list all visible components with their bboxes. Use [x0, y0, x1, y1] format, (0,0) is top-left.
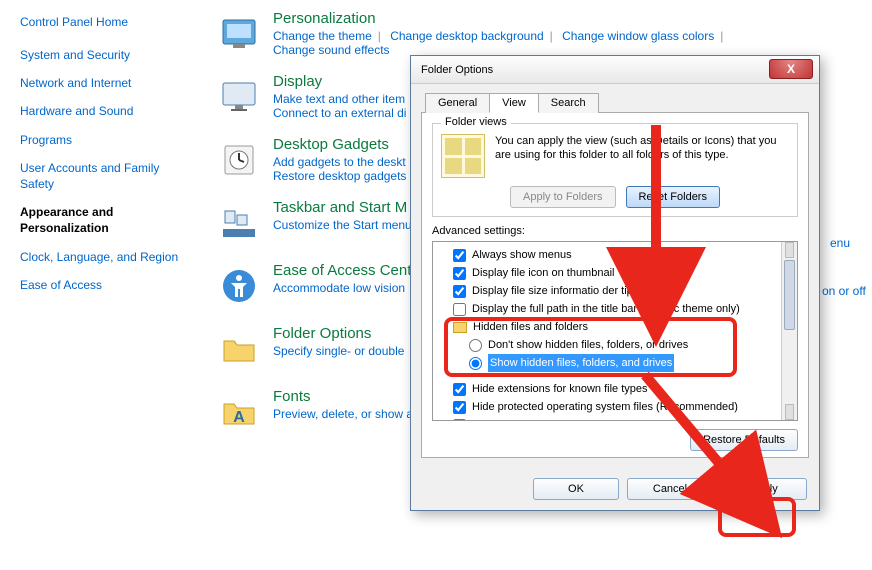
tab-panel-view: Folder views You can apply the view (suc…	[421, 113, 809, 458]
sidebar-item-clock-language[interactable]: Clock, Language, and Region	[20, 249, 195, 265]
link-restore-gadgets[interactable]: Restore desktop gadgets	[273, 169, 406, 183]
folder-icon	[453, 322, 467, 333]
radio-show-hidden[interactable]	[469, 357, 482, 370]
adv-hide-protected[interactable]: Hide protected operating system files (R…	[439, 398, 791, 416]
apply-button[interactable]: Apply	[721, 478, 807, 500]
adv-hide-extensions[interactable]: Hide extensions for known file types	[439, 380, 791, 398]
cancel-button[interactable]: Cancel	[627, 478, 713, 500]
link-change-sound-effects[interactable]: Change sound effects	[273, 43, 390, 57]
taskbar-icon	[215, 199, 263, 247]
sidebar-item-user-accounts[interactable]: User Accounts and Family Safety	[20, 160, 195, 192]
ease-of-access-icon	[215, 262, 263, 310]
category-personalization: Personalization Change the theme| Change…	[215, 10, 862, 58]
folder-options-icon	[215, 325, 263, 373]
advanced-settings-label: Advanced settings:	[432, 225, 798, 237]
display-icon	[215, 73, 263, 121]
folder-views-legend: Folder views	[441, 116, 511, 128]
chk-hide-protected[interactable]	[453, 401, 466, 414]
scrollbar-thumb[interactable]	[784, 260, 795, 330]
link-change-glass-colors[interactable]: Change window glass colors	[562, 29, 714, 43]
personalization-icon	[215, 10, 263, 58]
control-panel-sidebar: Control Panel Home System and Security N…	[20, 15, 195, 305]
tab-view[interactable]: View	[489, 93, 539, 113]
dialog-titlebar[interactable]: Folder Options X	[411, 56, 819, 84]
link-change-desktop-bg[interactable]: Change desktop background	[390, 29, 543, 43]
link-connect-external-display[interactable]: Connect to an external di	[273, 106, 406, 120]
personalization-title[interactable]: Personalization	[273, 10, 862, 27]
bg-peek-onoff: on or off	[822, 284, 866, 298]
folder-views-icon	[441, 134, 485, 178]
apply-to-folders-button: Apply to Folders	[510, 186, 615, 208]
sidebar-item-hardware-sound[interactable]: Hardware and Sound	[20, 103, 195, 119]
chk-hide-extensions[interactable]	[453, 383, 466, 396]
adv-display-full-path[interactable]: Display the full path in the title bar (…	[439, 300, 791, 318]
sidebar-item-system-security[interactable]: System and Security	[20, 47, 195, 63]
tab-search[interactable]: Search	[538, 93, 599, 113]
link-add-gadgets[interactable]: Add gadgets to the deskt	[273, 155, 406, 169]
adv-always-show-menus[interactable]: Always show menus	[439, 246, 791, 264]
chk-launch-separate[interactable]	[453, 419, 466, 422]
adv-show-hidden[interactable]: Show hidden files, folders, and drives	[439, 354, 791, 372]
svg-text:A: A	[233, 409, 245, 426]
sidebar-item-appearance[interactable]: Appearance and Personalization	[20, 204, 195, 236]
sidebar-item-network-internet[interactable]: Network and Internet	[20, 75, 195, 91]
control-panel-home-link[interactable]: Control Panel Home	[20, 15, 195, 29]
link-preview-fonts[interactable]: Preview, delete, or show a	[273, 407, 413, 421]
gadgets-icon	[215, 136, 263, 184]
adv-display-file-size[interactable]: Display file size informatio der tips	[439, 282, 791, 300]
ok-button[interactable]: OK	[533, 478, 619, 500]
personalization-links: Change the theme| Change desktop backgro…	[273, 29, 862, 57]
sidebar-item-programs[interactable]: Programs	[20, 132, 195, 148]
reset-folders-button[interactable]: Reset Folders	[626, 186, 720, 208]
folder-views-text: You can apply the view (such as Details …	[495, 134, 789, 178]
link-make-text-larger[interactable]: Make text and other item	[273, 92, 405, 106]
tab-general[interactable]: General	[425, 93, 490, 113]
folder-views-group: Folder views You can apply the view (suc…	[432, 123, 798, 217]
dialog-footer: OK Cancel Apply	[411, 468, 819, 510]
adv-hidden-group: Hidden files and folders	[439, 318, 791, 336]
chk-always-show-menus[interactable]	[453, 249, 466, 262]
advanced-settings-list[interactable]: Always show menus Display file icon on t…	[432, 241, 798, 421]
link-change-theme[interactable]: Change the theme	[273, 29, 372, 43]
adv-launch-separate[interactable]: Launch folder windows in a separate proc…	[439, 416, 791, 421]
link-accommodate-low-vision[interactable]: Accommodate low vision	[273, 281, 405, 295]
chk-display-full-path[interactable]	[453, 303, 466, 316]
dialog-close-button[interactable]: X	[769, 59, 813, 79]
advanced-scrollbar[interactable]	[781, 242, 797, 420]
link-customize-start-menu[interactable]: Customize the Start menu	[273, 218, 412, 232]
fonts-icon: A	[215, 388, 263, 436]
chk-display-file-icon[interactable]	[453, 267, 466, 280]
adv-dont-show-hidden[interactable]: Don't show hidden files, folders, or dri…	[439, 336, 791, 354]
chk-display-file-size[interactable]	[453, 285, 466, 298]
adv-display-file-icon[interactable]: Display file icon on thumbnail	[439, 264, 791, 282]
dialog-tabs: General View Search	[421, 92, 809, 113]
restore-defaults-button[interactable]: Restore Defaults	[690, 429, 798, 451]
radio-dont-show-hidden[interactable]	[469, 339, 482, 352]
link-specify-click[interactable]: Specify single- or double	[273, 344, 404, 358]
sidebar-item-ease-of-access[interactable]: Ease of Access	[20, 277, 195, 293]
folder-options-dialog: Folder Options X General View Search Fol…	[410, 55, 820, 511]
dialog-title: Folder Options	[421, 64, 493, 76]
bg-peek-enu: enu	[830, 236, 850, 250]
